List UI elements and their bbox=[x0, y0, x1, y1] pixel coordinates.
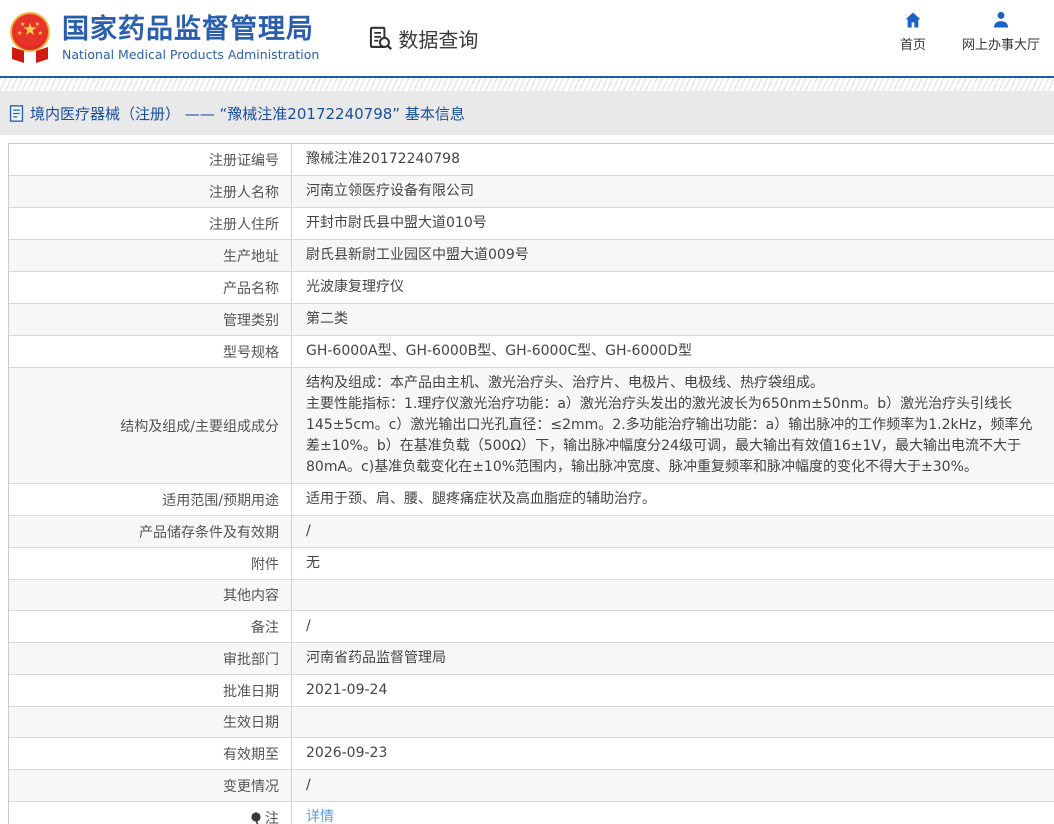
row-label: 批准日期 bbox=[223, 683, 279, 700]
org-subtitle: National Medical Products Administration bbox=[62, 47, 320, 63]
row-value: 尉氏县新尉工业园区中盟大道009号 bbox=[291, 240, 1054, 271]
row-label: 其他内容 bbox=[223, 588, 279, 604]
row-label: 注册证编号 bbox=[209, 152, 279, 169]
header-nav: 首页 网上办事大厅 bbox=[900, 10, 1040, 53]
nav-online-hall-label: 网上办事大厅 bbox=[961, 38, 1040, 53]
row-label: 注 bbox=[9, 802, 291, 824]
note-balloon-icon bbox=[250, 811, 263, 824]
table-row: 有效期至 2026-09-23 bbox=[9, 738, 1054, 770]
row-label: 结构及组成/主要组成成分 bbox=[120, 418, 279, 435]
star-icon: ★ bbox=[37, 30, 43, 37]
star-icon: ★ bbox=[20, 21, 26, 28]
row-label: 备注 bbox=[251, 619, 279, 636]
table-row: 审批部门 河南省药品监督管理局 bbox=[9, 643, 1054, 675]
row-label: 管理类别 bbox=[223, 312, 279, 329]
table-row: 生产地址 尉氏县新尉工业园区中盟大道009号 bbox=[9, 240, 1054, 272]
row-value: 结构及组成：本产品由主机、激光治疗头、治疗片、电极片、电极线、热疗袋组成。 主要… bbox=[291, 368, 1054, 483]
star-icon: ★ bbox=[17, 30, 23, 37]
hatch-band bbox=[0, 78, 1054, 91]
table-row: 型号规格 GH-6000A型、GH-6000B型、GH-6000C型、GH-60… bbox=[9, 336, 1054, 368]
table-row: 注 详情 bbox=[9, 802, 1054, 824]
row-value: 河南省药品监督管理局 bbox=[291, 643, 1054, 674]
row-value: / bbox=[291, 770, 1054, 801]
table-row: 产品名称 光波康复理疗仪 bbox=[9, 272, 1054, 304]
data-query-label: 数据查询 bbox=[398, 27, 479, 52]
row-value: 适用于颈、肩、腰、腿疼痛症状及高血脂症的辅助治疗。 bbox=[291, 484, 1054, 515]
table-row: 变更情况 / bbox=[9, 770, 1054, 802]
table-row: 附件 无 bbox=[9, 548, 1054, 580]
table-row: 结构及组成/主要组成成分 结构及组成：本产品由主机、激光治疗头、治疗片、电极片、… bbox=[9, 368, 1054, 484]
row-value: / bbox=[291, 516, 1054, 547]
registration-info-table: 注册证编号 豫械注准20172240798 注册人名称 河南立领医疗设备有限公司… bbox=[8, 143, 1054, 824]
row-label: 注册人名称 bbox=[209, 184, 279, 201]
row-label: 有效期至 bbox=[223, 746, 279, 763]
table-row: 适用范围/预期用途 适用于颈、肩、腰、腿疼痛症状及高血脂症的辅助治疗。 bbox=[9, 484, 1054, 516]
document-icon bbox=[9, 104, 24, 122]
table-row: 注册人住所 开封市尉氏县中盟大道010号 bbox=[9, 208, 1054, 240]
table-row: 管理类别 第二类 bbox=[9, 304, 1054, 336]
home-icon bbox=[905, 12, 921, 28]
nav-home-label: 首页 bbox=[899, 38, 926, 53]
row-label: 产品储存条件及有效期 bbox=[139, 524, 279, 541]
org-title: 国家药品监督管理局 bbox=[62, 13, 314, 45]
logo-block: ★ ★ ★ ★ ★ 国家药品监督管理局 National Medical Pro… bbox=[0, 7, 478, 69]
row-value bbox=[291, 580, 1054, 610]
breadcrumb: 境内医疗器械（注册） —— “豫械注准20172240798” 基本信息 bbox=[0, 91, 1054, 135]
org-text: 国家药品监督管理局 National Medical Products Admi… bbox=[62, 14, 319, 62]
data-query-section[interactable]: 数据查询 bbox=[367, 24, 478, 53]
row-label: 生产地址 bbox=[223, 248, 279, 265]
row-label: 审批部门 bbox=[223, 651, 279, 668]
row-label: 产品名称 bbox=[223, 280, 279, 297]
detail-link[interactable]: 详情 bbox=[306, 807, 334, 824]
row-value: 2026-09-23 bbox=[291, 738, 1054, 769]
row-label: 适用范围/预期用途 bbox=[162, 492, 279, 509]
row-value: GH-6000A型、GH-6000B型、GH-6000C型、GH-6000D型 bbox=[291, 336, 1054, 367]
table-row: 其他内容 bbox=[9, 580, 1054, 611]
row-value: 无 bbox=[291, 548, 1054, 579]
row-value: 详情 bbox=[291, 802, 1054, 824]
table-row: 备注 / bbox=[9, 611, 1054, 643]
row-value: 开封市尉氏县中盟大道010号 bbox=[291, 208, 1054, 239]
row-value: 2021-09-24 bbox=[291, 675, 1054, 706]
row-value bbox=[291, 707, 1054, 737]
note-label: 注 bbox=[265, 810, 279, 824]
page-title: 境内医疗器械（注册） —— “豫械注准20172240798” 基本信息 bbox=[30, 104, 465, 123]
user-icon bbox=[993, 11, 1009, 28]
row-value: 豫械注准20172240798 bbox=[291, 144, 1054, 175]
emblem-circle: ★ ★ ★ ★ ★ bbox=[10, 12, 50, 52]
emblem-ribbon bbox=[36, 47, 48, 63]
table-row: 产品储存条件及有效期 / bbox=[9, 516, 1054, 548]
row-label: 型号规格 bbox=[223, 344, 279, 361]
site-header: ★ ★ ★ ★ ★ 国家药品监督管理局 National Medical Pro… bbox=[0, 0, 1054, 76]
nav-home[interactable]: 首页 bbox=[900, 10, 926, 53]
row-label: 变更情况 bbox=[223, 778, 279, 795]
table-row: 批准日期 2021-09-24 bbox=[9, 675, 1054, 707]
national-emblem-logo: ★ ★ ★ ★ ★ bbox=[8, 9, 52, 69]
row-value: 光波康复理疗仪 bbox=[291, 272, 1054, 303]
row-value: 河南立领医疗设备有限公司 bbox=[291, 176, 1054, 207]
emblem-ribbon bbox=[12, 47, 24, 63]
table-row: 注册证编号 豫械注准20172240798 bbox=[9, 144, 1054, 176]
row-value: 第二类 bbox=[291, 304, 1054, 335]
row-label: 生效日期 bbox=[223, 715, 279, 731]
table-row: 注册人名称 河南立领医疗设备有限公司 bbox=[9, 176, 1054, 208]
row-value: / bbox=[291, 611, 1054, 642]
nav-online-hall[interactable]: 网上办事大厅 bbox=[962, 10, 1040, 53]
star-icon: ★ bbox=[34, 21, 40, 28]
row-label: 注册人住所 bbox=[209, 216, 279, 233]
row-label: 附件 bbox=[251, 556, 279, 573]
table-row: 生效日期 bbox=[9, 707, 1054, 738]
data-search-icon bbox=[370, 26, 393, 50]
